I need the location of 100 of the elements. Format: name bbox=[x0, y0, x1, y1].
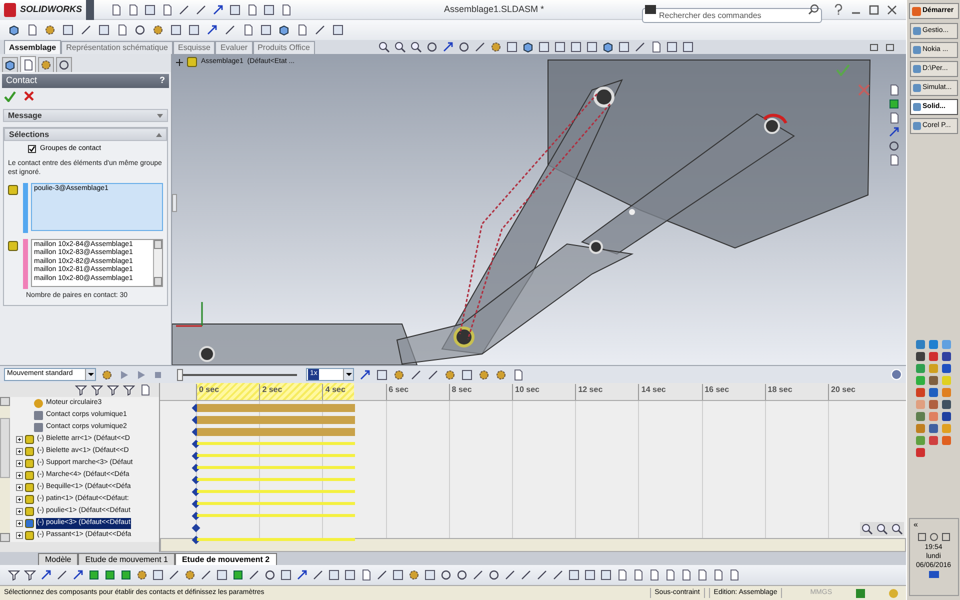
document-icon[interactable] bbox=[648, 569, 660, 581]
section-header[interactable]: Sélections bbox=[4, 128, 167, 141]
arrow-icon[interactable] bbox=[212, 4, 224, 16]
panel-tab[interactable] bbox=[56, 57, 72, 72]
ribbon-tab[interactable]: Représentation schématique bbox=[61, 41, 173, 54]
cube-icon[interactable] bbox=[278, 24, 290, 36]
gear-icon[interactable] bbox=[152, 24, 164, 36]
line-icon[interactable] bbox=[248, 569, 260, 581]
scrollbar[interactable] bbox=[0, 396, 10, 542]
zoom-icon[interactable] bbox=[861, 523, 873, 535]
gear-icon[interactable] bbox=[444, 368, 456, 380]
zoom-icon[interactable] bbox=[394, 41, 406, 53]
zoom-icon[interactable] bbox=[378, 41, 390, 53]
square-icon[interactable] bbox=[506, 41, 518, 53]
circle-icon[interactable] bbox=[488, 569, 500, 581]
ribbon-tab[interactable]: Esquisse bbox=[172, 41, 216, 54]
square-icon[interactable] bbox=[170, 24, 182, 36]
square-icon[interactable] bbox=[538, 41, 550, 53]
document-icon[interactable] bbox=[680, 569, 692, 581]
line-icon[interactable] bbox=[410, 368, 422, 380]
document-icon[interactable] bbox=[664, 569, 676, 581]
line-icon[interactable] bbox=[195, 4, 207, 16]
document-icon[interactable] bbox=[616, 569, 628, 581]
line-icon[interactable] bbox=[376, 569, 388, 581]
arrow-icon[interactable] bbox=[296, 569, 308, 581]
arrow-icon[interactable] bbox=[72, 569, 84, 581]
expand-toggle[interactable] bbox=[16, 472, 23, 479]
document-icon[interactable] bbox=[161, 4, 173, 16]
gear-icon[interactable] bbox=[44, 24, 56, 36]
expand-toggle[interactable] bbox=[16, 508, 23, 515]
circle-icon[interactable] bbox=[456, 569, 468, 581]
filter-icon[interactable] bbox=[24, 569, 36, 581]
line-icon[interactable] bbox=[634, 41, 646, 53]
panel-tab[interactable] bbox=[20, 56, 36, 72]
arrow-icon[interactable] bbox=[888, 126, 900, 138]
square-icon[interactable] bbox=[568, 569, 580, 581]
line-icon[interactable] bbox=[520, 569, 532, 581]
document-icon[interactable] bbox=[26, 24, 38, 36]
block-icon[interactable] bbox=[104, 569, 116, 581]
cube-icon[interactable] bbox=[8, 24, 20, 36]
circle-icon[interactable] bbox=[440, 569, 452, 581]
ok-icon[interactable] bbox=[4, 91, 16, 102]
section-header[interactable]: Message bbox=[3, 109, 168, 122]
square-icon[interactable] bbox=[584, 569, 596, 581]
line-icon[interactable] bbox=[536, 569, 548, 581]
expand-toggle[interactable] bbox=[16, 448, 23, 455]
document-icon[interactable] bbox=[246, 4, 258, 16]
scrollbar[interactable] bbox=[153, 240, 162, 286]
square-icon[interactable] bbox=[586, 41, 598, 53]
filter-icon[interactable] bbox=[8, 569, 20, 581]
gear-icon[interactable] bbox=[408, 569, 420, 581]
block-icon[interactable] bbox=[120, 569, 132, 581]
line-icon[interactable] bbox=[474, 41, 486, 53]
panel-tab[interactable] bbox=[38, 57, 54, 72]
timeline-slider[interactable] bbox=[177, 368, 297, 380]
study-tab[interactable]: Etude de mouvement 1 bbox=[78, 553, 175, 565]
square-icon[interactable] bbox=[144, 4, 156, 16]
square-icon[interactable] bbox=[461, 368, 473, 380]
expand-toggle[interactable] bbox=[16, 532, 23, 539]
document-icon[interactable] bbox=[728, 569, 740, 581]
panel-splitter-handle[interactable] bbox=[172, 194, 177, 212]
help-button[interactable]: ? bbox=[160, 74, 165, 88]
gear-icon[interactable] bbox=[393, 368, 405, 380]
expand-toggle[interactable] bbox=[16, 520, 23, 527]
square-icon[interactable] bbox=[328, 569, 340, 581]
close-icon[interactable] bbox=[887, 4, 897, 14]
block-icon[interactable] bbox=[88, 569, 100, 581]
cancel-corner-icon[interactable] bbox=[858, 84, 870, 96]
maximize-icon[interactable] bbox=[869, 4, 879, 14]
square-icon[interactable] bbox=[152, 569, 164, 581]
slider-thumb[interactable] bbox=[177, 368, 183, 380]
study-tab[interactable]: Etude de mouvement 2 bbox=[174, 553, 277, 565]
circle-icon[interactable] bbox=[458, 41, 470, 53]
square-icon[interactable] bbox=[618, 41, 630, 53]
search-field[interactable]: Rechercher des commandes bbox=[642, 8, 822, 23]
zoom-icon[interactable] bbox=[891, 523, 903, 535]
checkbox[interactable] bbox=[28, 145, 36, 154]
gear-icon[interactable] bbox=[495, 368, 507, 380]
square-icon[interactable] bbox=[376, 368, 388, 380]
square-icon[interactable] bbox=[424, 569, 436, 581]
panel-tab[interactable] bbox=[2, 57, 18, 72]
filter-icon[interactable] bbox=[107, 384, 119, 396]
square-icon[interactable] bbox=[263, 4, 275, 16]
document-icon[interactable] bbox=[512, 368, 524, 380]
zoom-icon[interactable] bbox=[876, 523, 888, 535]
arrow-icon[interactable] bbox=[442, 41, 454, 53]
circle-icon[interactable] bbox=[134, 24, 146, 36]
square-icon[interactable] bbox=[188, 24, 200, 36]
study-tab[interactable]: Modèle bbox=[38, 553, 78, 565]
filter-icon[interactable] bbox=[91, 384, 103, 396]
line-icon[interactable] bbox=[168, 569, 180, 581]
ribbon-tab[interactable]: Produits Office bbox=[252, 41, 315, 54]
document-icon[interactable] bbox=[242, 24, 254, 36]
line-icon[interactable] bbox=[472, 569, 484, 581]
circle-icon[interactable] bbox=[264, 569, 276, 581]
collapse-icon[interactable] bbox=[891, 369, 902, 380]
scrollbar[interactable] bbox=[160, 538, 906, 552]
document-icon[interactable] bbox=[696, 569, 708, 581]
desktop-icon[interactable] bbox=[928, 571, 938, 578]
document-icon[interactable] bbox=[280, 4, 292, 16]
